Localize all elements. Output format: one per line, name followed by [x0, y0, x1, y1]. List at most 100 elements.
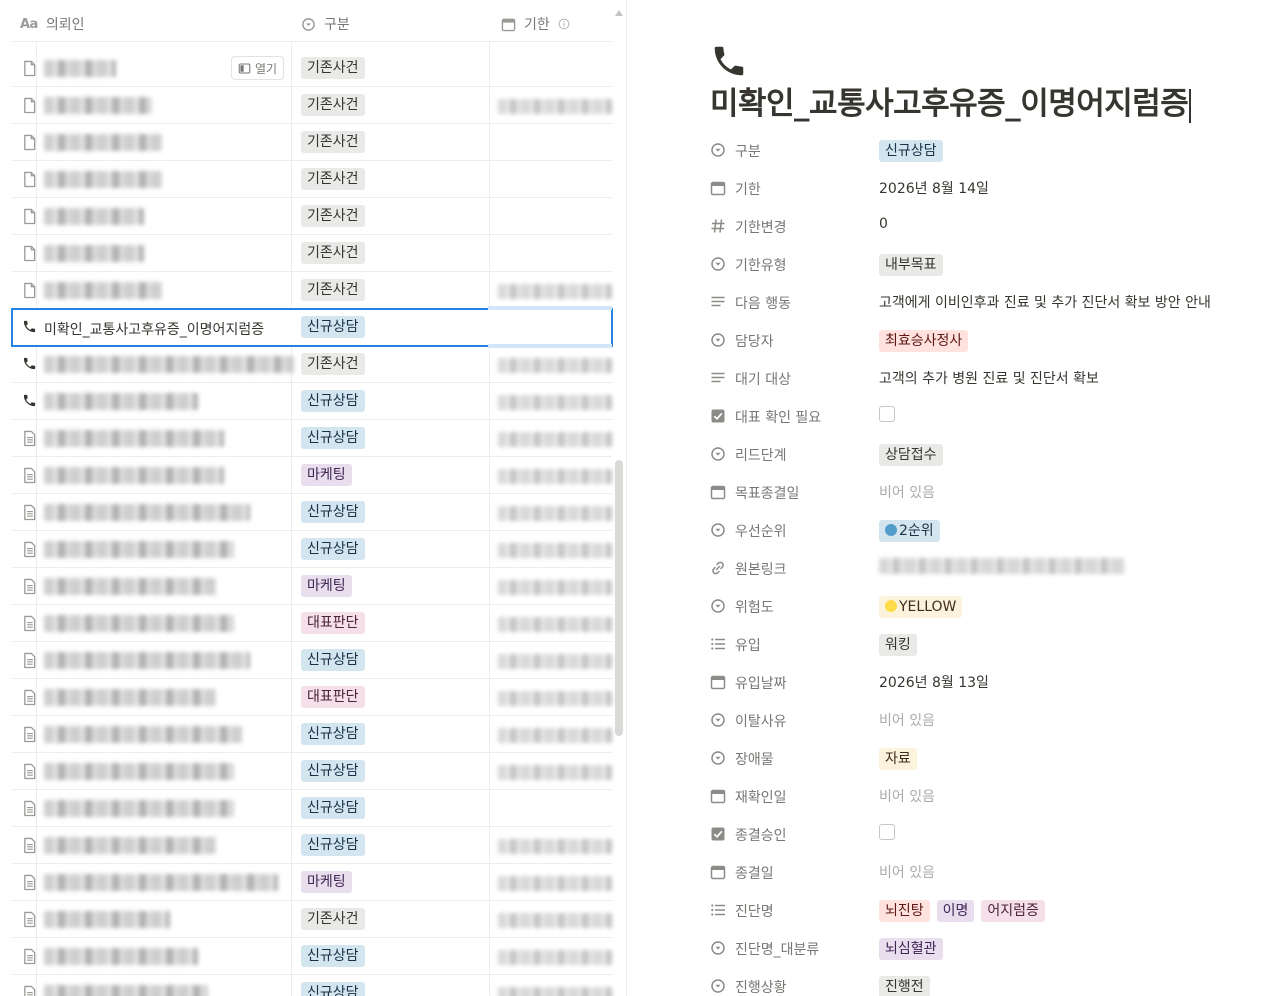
table-row[interactable]: 대표판단	[12, 605, 612, 642]
table-row[interactable]: 기존사건	[12, 124, 612, 161]
table-row[interactable]: 신규상담	[12, 531, 612, 568]
column-header-name[interactable]: Aa 의뢰인	[20, 14, 84, 34]
property-value[interactable]	[879, 558, 1125, 574]
category-cell[interactable]: 신규상담	[301, 390, 365, 412]
table-row[interactable]: 마케팅	[12, 457, 612, 494]
property-value[interactable]: 고객의 추가 병원 진료 및 진단서 확보	[879, 368, 1099, 388]
category-cell[interactable]: 기존사건	[301, 94, 365, 116]
redacted-deadline[interactable]	[498, 617, 612, 632]
category-cell[interactable]: 신규상담	[301, 538, 365, 560]
property-value[interactable]: 최효승사정사	[879, 330, 969, 352]
redacted-deadline[interactable]	[498, 506, 612, 521]
category-cell[interactable]: 신규상담	[301, 649, 365, 671]
category-cell[interactable]: 신규상담	[301, 723, 365, 745]
redacted-name[interactable]	[44, 578, 216, 595]
property-value[interactable]: 비어 있음	[879, 786, 935, 806]
property-value[interactable]: 2026년 8월 14일	[879, 178, 989, 198]
redacted-deadline[interactable]	[498, 580, 612, 595]
table-row[interactable]: 신규상담	[12, 383, 612, 420]
redacted-deadline[interactable]	[498, 395, 612, 410]
category-cell[interactable]: 기존사건	[301, 131, 365, 153]
table-row[interactable]: 마케팅	[12, 864, 612, 901]
property-value[interactable]: 진행전	[879, 976, 930, 996]
redacted-name[interactable]	[44, 615, 234, 632]
category-cell[interactable]: 신규상담	[301, 945, 365, 967]
table-row[interactable]: 기존사건	[12, 161, 612, 198]
scroll-up-arrow-icon[interactable]	[615, 10, 623, 16]
property-value[interactable]	[879, 406, 895, 422]
property-value[interactable]: 비어 있음	[879, 482, 935, 502]
redacted-deadline[interactable]	[498, 839, 612, 854]
table-row[interactable]: 대표판단	[12, 679, 612, 716]
table-row[interactable]: 신규상담	[12, 753, 612, 790]
property-label[interactable]: 기한유형	[735, 255, 787, 275]
property-value[interactable]: 상담접수	[879, 444, 943, 466]
redacted-name[interactable]	[44, 245, 144, 262]
redacted-name[interactable]	[44, 726, 242, 743]
property-label[interactable]: 장애물	[735, 749, 774, 769]
redacted-name[interactable]	[44, 208, 144, 225]
property-label[interactable]: 대기 대상	[735, 369, 791, 389]
redacted-deadline[interactable]	[498, 469, 612, 484]
property-value[interactable]: 2026년 8월 13일	[879, 672, 989, 692]
table-row[interactable]: 기존사건	[12, 198, 612, 235]
table-row[interactable]: 신규상담	[12, 790, 612, 827]
redacted-name[interactable]	[44, 911, 170, 928]
redacted-deadline[interactable]	[498, 876, 612, 891]
property-label[interactable]: 유입날짜	[735, 673, 787, 693]
category-cell[interactable]: 기존사건	[301, 242, 365, 264]
property-value[interactable]	[879, 824, 895, 840]
category-cell[interactable]: 기존사건	[301, 908, 365, 930]
property-value[interactable]: 고객에게 이비인후과 진료 및 추가 진단서 확보 방안 안내	[879, 292, 1211, 312]
category-cell[interactable]: 기존사건	[301, 205, 365, 227]
table-row[interactable]: 기존사건	[12, 901, 612, 938]
table-row[interactable]: 신규상담	[12, 420, 612, 457]
redacted-name[interactable]	[44, 393, 198, 410]
property-label[interactable]: 기한변경	[735, 217, 787, 237]
redacted-link[interactable]	[879, 558, 1125, 574]
property-label[interactable]: 대표 확인 필요	[735, 407, 821, 427]
category-cell[interactable]: 기존사건	[301, 353, 365, 375]
redacted-deadline[interactable]	[498, 728, 612, 743]
property-label[interactable]: 종결승인	[735, 825, 787, 845]
redacted-deadline[interactable]	[498, 765, 612, 780]
redacted-name[interactable]	[44, 504, 250, 521]
property-label[interactable]: 진단명_대분류	[735, 939, 819, 959]
row-title[interactable]: 미확인_교통사고후유증_이명어지럼증	[44, 319, 264, 339]
redacted-deadline[interactable]	[498, 99, 612, 114]
table-row[interactable]: 신규상담	[12, 642, 612, 679]
redacted-deadline[interactable]	[498, 913, 612, 928]
category-cell[interactable]: 대표판단	[301, 686, 365, 708]
property-label[interactable]: 리드단계	[735, 445, 787, 465]
property-value[interactable]: 워킹	[879, 634, 917, 656]
property-value[interactable]: 뇌심혈관	[879, 938, 943, 960]
property-value[interactable]: 신규상담	[879, 140, 943, 162]
table-row[interactable]: 미확인_교통사고후유증_이명어지럼증 신규상담	[11, 308, 613, 347]
property-value[interactable]: 내부목표	[879, 254, 943, 276]
table-row[interactable]: 신규상담	[12, 975, 612, 996]
table-row[interactable]: 신규상담	[12, 716, 612, 753]
column-header-category[interactable]: 구분	[301, 14, 350, 34]
redacted-name[interactable]	[44, 356, 294, 373]
category-cell[interactable]: 신규상담	[301, 316, 365, 338]
property-label[interactable]: 유입	[735, 635, 761, 655]
property-label[interactable]: 목표종결일	[735, 483, 799, 503]
table-row[interactable]: 기존사건	[12, 272, 612, 309]
redacted-name[interactable]	[44, 652, 250, 669]
category-cell[interactable]: 기존사건	[301, 279, 365, 301]
redacted-name[interactable]	[44, 985, 208, 996]
category-cell[interactable]: 기존사건	[301, 57, 365, 79]
category-cell[interactable]: 신규상담	[301, 760, 365, 782]
redacted-name[interactable]	[44, 97, 152, 114]
column-header-deadline[interactable]: 기한	[501, 14, 570, 34]
property-label[interactable]: 우선순위	[735, 521, 787, 541]
page-title[interactable]: 미확인_교통사고후유증_이명어지럼증	[710, 78, 1192, 123]
checkbox[interactable]	[879, 824, 895, 840]
redacted-name[interactable]	[44, 430, 224, 447]
redacted-deadline[interactable]	[498, 284, 612, 299]
phone-icon[interactable]	[710, 42, 748, 80]
redacted-name[interactable]	[44, 171, 162, 188]
table-row[interactable]: 마케팅	[12, 568, 612, 605]
property-label[interactable]: 담당자	[735, 331, 774, 351]
scrollbar-thumb[interactable]	[615, 460, 623, 736]
